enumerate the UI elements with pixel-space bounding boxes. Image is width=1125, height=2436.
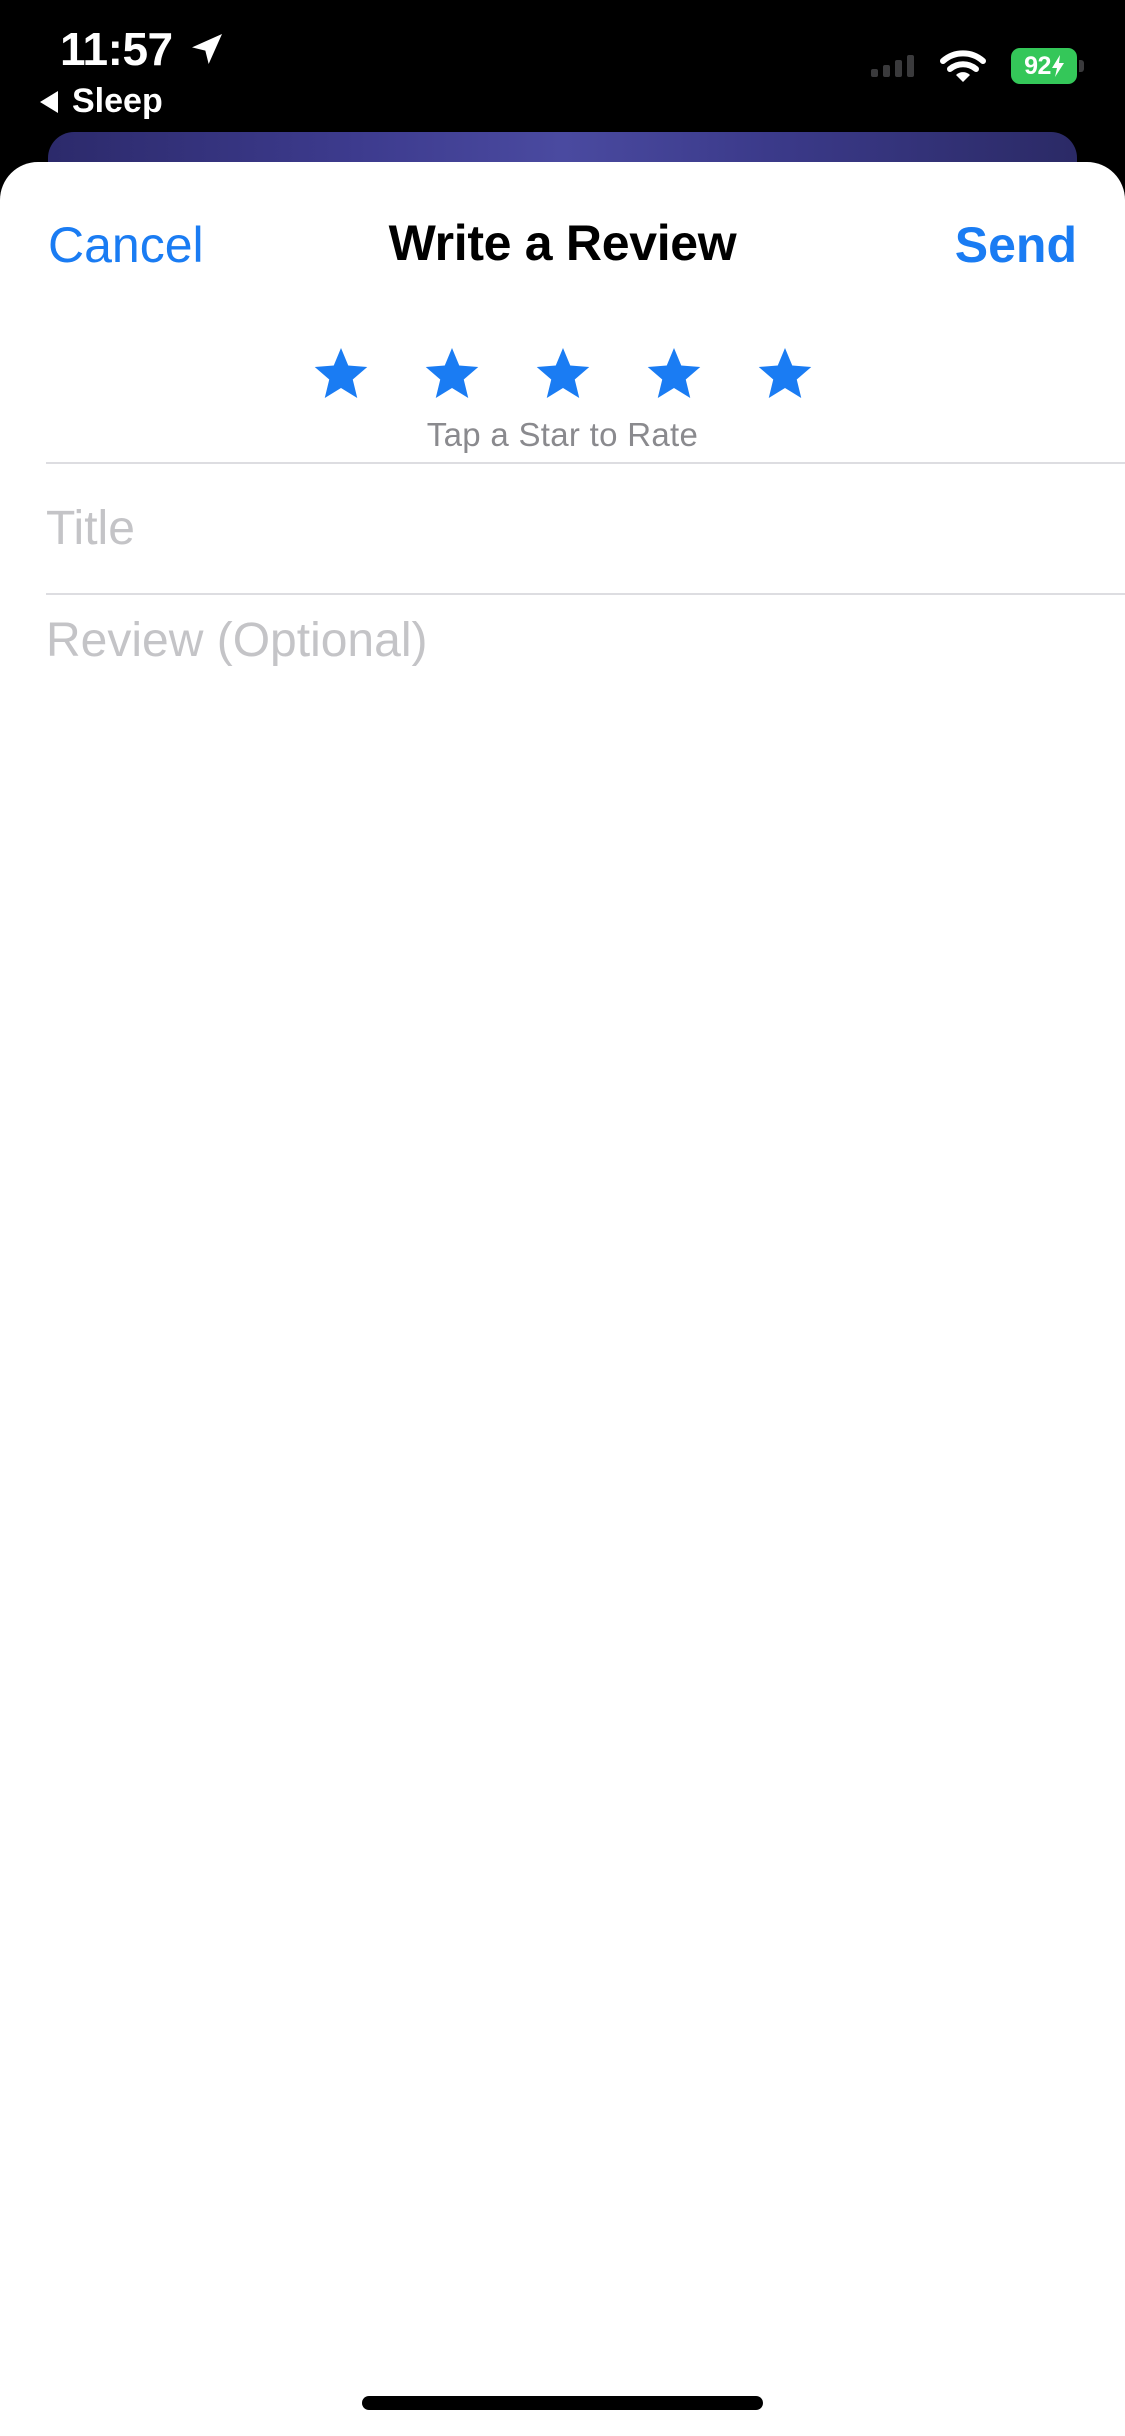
home-indicator[interactable] <box>362 2396 763 2410</box>
battery-cap <box>1079 60 1084 72</box>
back-to-app-link[interactable]: Sleep <box>38 82 163 121</box>
time-group: 11:57 <box>60 22 227 76</box>
charging-bolt-icon <box>1051 55 1064 77</box>
battery-level: 92 <box>1024 51 1051 80</box>
back-triangle-icon <box>40 90 58 113</box>
clock-time: 11:57 <box>60 23 173 75</box>
wifi-icon <box>940 50 986 82</box>
back-app-label: Sleep <box>72 82 163 120</box>
star-rating <box>0 344 1125 404</box>
star-2-icon[interactable] <box>422 344 482 404</box>
title-input[interactable] <box>46 464 1086 592</box>
battery-body: 92 <box>1011 48 1077 84</box>
status-bar: 11:57 Sleep 92 <box>0 0 1125 135</box>
divider <box>46 593 1125 595</box>
navigation-bar: Cancel Write a Review Send <box>0 162 1125 332</box>
star-4-icon[interactable] <box>644 344 704 404</box>
star-3-icon[interactable] <box>533 344 593 404</box>
status-indicators: 92 <box>871 48 1085 84</box>
star-5-icon[interactable] <box>755 344 815 404</box>
rating-hint: Tap a Star to Rate <box>426 416 699 453</box>
cellular-signal-icon <box>871 55 914 77</box>
location-arrow-icon <box>191 34 222 64</box>
send-button[interactable]: Send <box>955 216 1077 274</box>
write-review-sheet: Cancel Write a Review Send Tap a Star to… <box>0 162 1125 2436</box>
review-textarea[interactable] <box>46 610 1086 2210</box>
star-1-icon[interactable] <box>311 344 371 404</box>
battery-icon: 92 <box>1011 48 1085 84</box>
